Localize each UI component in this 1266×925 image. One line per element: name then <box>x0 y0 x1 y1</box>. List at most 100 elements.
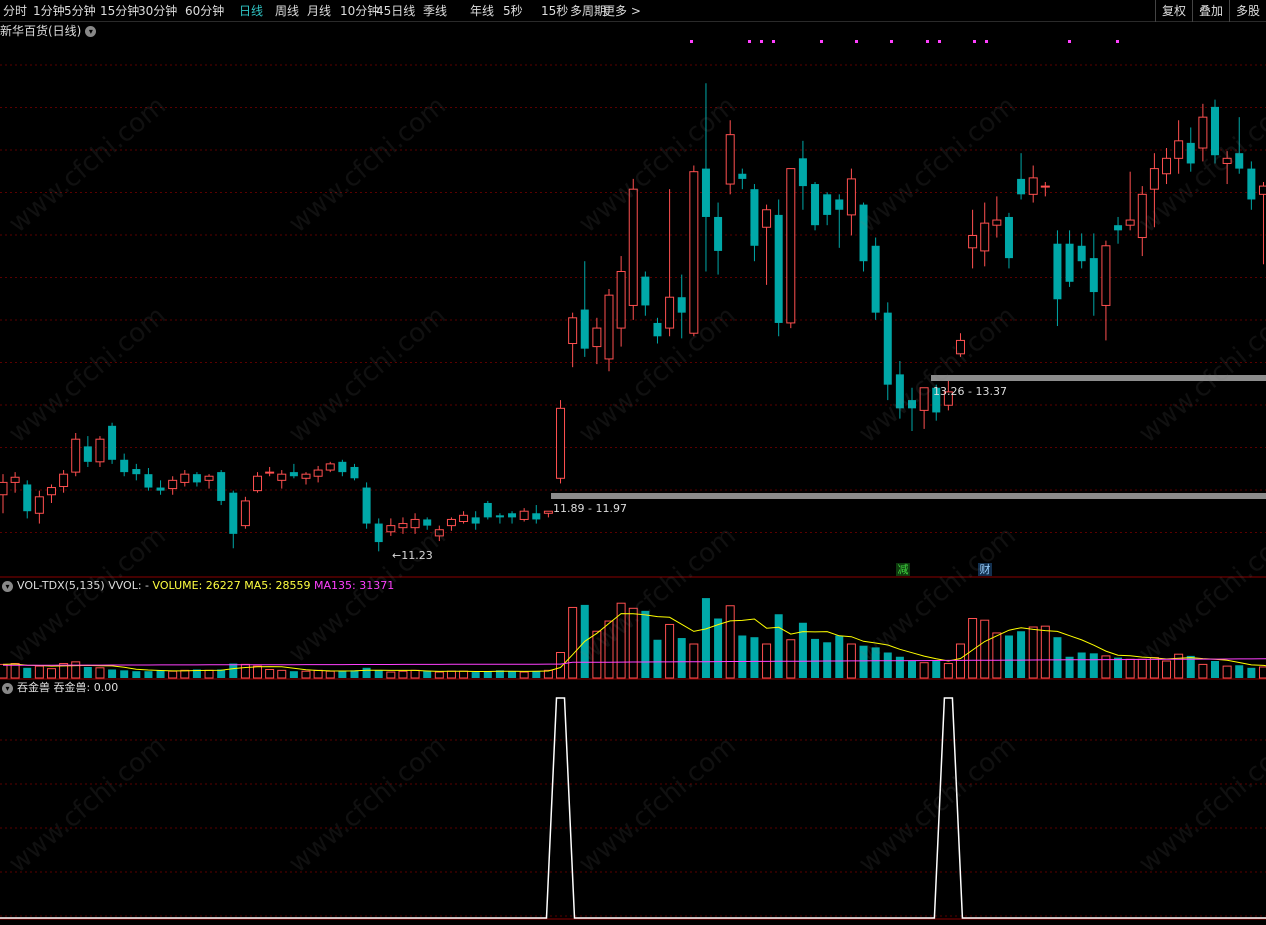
volume-bar <box>132 671 141 678</box>
candle-body <box>10 476 20 483</box>
candle-body <box>968 234 978 249</box>
period-tab-13[interactable]: 5秒 <box>503 3 523 19</box>
volume-bar <box>1222 665 1232 679</box>
volume-bar <box>1089 653 1098 678</box>
chart-canvas[interactable] <box>0 0 1266 925</box>
volume-bar <box>701 598 710 678</box>
candle-body <box>108 425 117 460</box>
volume-bar <box>1149 657 1159 679</box>
candle-body <box>495 515 504 518</box>
low-price-label: ←11.23 <box>392 549 433 562</box>
candle-body <box>811 184 820 226</box>
vol-vvol: VVOL: - <box>108 579 150 592</box>
volume-bar <box>556 652 566 679</box>
candle-body <box>846 178 856 216</box>
toolbar-button-0[interactable]: 复权 <box>1154 0 1192 22</box>
tjs-menu-icon[interactable]: ▾ <box>2 682 13 694</box>
period-tab-9[interactable]: 10分钟 <box>340 3 379 19</box>
toolbar-button-2[interactable]: 多股 <box>1228 0 1266 22</box>
candle-body <box>1028 177 1038 195</box>
candle-body <box>1077 245 1086 262</box>
candle-body <box>714 216 723 251</box>
dropdown-icon[interactable]: ▾ <box>85 26 97 37</box>
vol-name: VOL-TDX(5,135) <box>17 579 105 592</box>
vol-menu-icon[interactable]: ▾ <box>2 580 13 592</box>
signal-dot <box>748 40 751 43</box>
candle-body <box>120 459 129 473</box>
signal-dot <box>855 40 858 43</box>
volume-bar <box>265 669 275 679</box>
vol-ma135: MA135: 31371 <box>314 579 395 592</box>
volume-bar <box>289 671 298 678</box>
candle-body <box>992 219 1002 226</box>
candle-body <box>1053 243 1062 300</box>
volume-bar <box>665 623 675 679</box>
period-tab-4[interactable]: 30分钟 <box>138 3 177 19</box>
volume-bar <box>253 665 263 679</box>
signal-cai-badge[interactable]: 财 <box>978 563 992 576</box>
volume-bar <box>83 666 92 678</box>
volume-bar <box>301 670 311 679</box>
volume-bar <box>34 665 44 679</box>
candle-body <box>95 438 105 463</box>
candle-body <box>823 194 832 215</box>
volume-bar <box>46 668 56 679</box>
volume-bar <box>108 669 117 678</box>
candle-body <box>229 492 238 534</box>
period-tab-6[interactable]: 日线 <box>239 3 263 19</box>
candle-body <box>434 529 444 537</box>
signal-dot <box>973 40 976 43</box>
period-tab-0[interactable]: 分时 <box>3 3 27 19</box>
period-tab-12[interactable]: 年线 <box>470 3 494 19</box>
period-tab-14[interactable]: 15秒 <box>541 3 568 19</box>
candle-body <box>338 461 347 473</box>
candle-body <box>738 173 747 179</box>
vol-ma5: MA5: 28559 <box>244 579 311 592</box>
candle-body <box>1004 216 1013 259</box>
signal-jian-badge[interactable]: 减 <box>896 563 910 576</box>
volume-bar <box>180 669 190 679</box>
period-tab-1[interactable]: 1分钟 <box>33 3 65 19</box>
candle-body <box>1247 168 1256 200</box>
candle-body <box>1101 245 1111 306</box>
candle-body <box>1235 153 1244 169</box>
candle-body <box>217 472 226 501</box>
volume-bar <box>1017 631 1026 678</box>
volume-bar <box>0 663 8 679</box>
volume-bar <box>144 671 153 678</box>
candle-body <box>144 474 153 488</box>
period-tab-5[interactable]: 60分钟 <box>185 3 224 19</box>
candle-body <box>471 517 480 524</box>
candle-body <box>1089 258 1098 293</box>
volume-bar <box>1040 625 1050 679</box>
toolbar-right-buttons: 复权 叠加 多股 <box>1154 0 1266 22</box>
signal-dot <box>1068 40 1071 43</box>
candle-body <box>762 209 772 228</box>
period-tab-11[interactable]: 季线 <box>423 3 447 19</box>
toolbar-button-1[interactable]: 叠加 <box>1191 0 1229 22</box>
volume-bar <box>277 669 287 679</box>
period-tab-16[interactable]: 更多 > <box>603 3 641 19</box>
volume-bar <box>786 639 796 679</box>
period-tab-15[interactable]: 多周期 <box>570 3 606 19</box>
candle-body <box>59 473 69 488</box>
support-zone-bar <box>931 375 1266 381</box>
volume-bar <box>628 607 638 679</box>
volume-bar <box>592 630 602 679</box>
period-tab-7[interactable]: 周线 <box>275 3 299 19</box>
candle-body <box>204 475 214 481</box>
candle-body <box>859 204 868 262</box>
volume-bar <box>434 671 444 679</box>
period-tab-3[interactable]: 15分钟 <box>100 3 139 19</box>
candle-body <box>374 523 383 543</box>
candle-body <box>192 474 201 483</box>
period-tab-8[interactable]: 月线 <box>307 3 331 19</box>
period-tab-10[interactable]: 45日线 <box>376 3 415 19</box>
period-tab-2[interactable]: 5分钟 <box>64 3 96 19</box>
volume-bar <box>883 652 892 678</box>
volume-bar <box>908 661 916 678</box>
candle-body <box>180 473 190 483</box>
candle-body <box>677 297 686 313</box>
volume-bar <box>532 671 541 678</box>
volume-bar <box>641 610 650 678</box>
